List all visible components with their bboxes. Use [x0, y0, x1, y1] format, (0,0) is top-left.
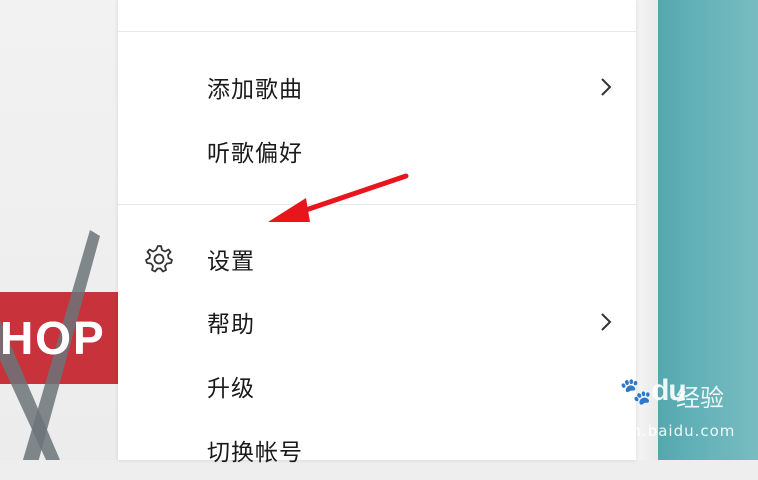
watermark-url: jingyan.baidu.com: [580, 422, 736, 440]
menu-item-upgrade[interactable]: 升级: [118, 356, 636, 416]
paw-icon: 🐾: [619, 376, 652, 406]
menu-divider: [118, 31, 636, 32]
menu-item-add-songs[interactable]: 添加歌曲: [118, 57, 636, 117]
shop-banner-overlay: HOP: [0, 292, 118, 384]
menu-item-label: 设置: [207, 249, 255, 275]
chevron-right-icon: [601, 313, 612, 331]
shop-banner-text-overlay: HOP: [0, 312, 106, 364]
watermark-brand-bai: Bai: [576, 374, 621, 407]
red-arrow-annotation: [268, 173, 409, 222]
menu-item-label: 听歌偏好: [207, 141, 303, 167]
watermark-product: 经验: [676, 384, 724, 412]
menu-item-label: 添加歌曲: [207, 77, 303, 103]
menu-item-label: 升级: [207, 376, 255, 402]
menu-item-label: 切换帐号: [207, 440, 303, 466]
watermark-brand: Bai🐾du: [576, 374, 687, 408]
baidu-jingyan-watermark: Bai🐾du 经验 jingyan.baidu.com: [576, 374, 756, 450]
menu-item-switch-account[interactable]: 切换帐号: [118, 420, 636, 480]
menu-item-help[interactable]: 帮助: [118, 292, 636, 352]
gear-icon: [145, 245, 173, 273]
chevron-right-icon: [601, 78, 612, 96]
menu-item-settings[interactable]: 设置: [118, 229, 636, 289]
menu-item-label: 帮助: [207, 312, 255, 338]
